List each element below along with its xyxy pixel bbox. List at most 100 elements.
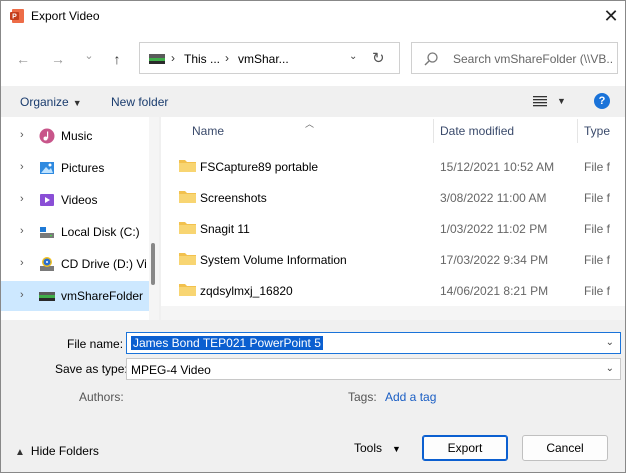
file-name: FSCapture89 portable — [200, 160, 319, 174]
file-name: Snagit 11 — [200, 222, 250, 236]
expand-chevron-icon[interactable]: › — [20, 257, 24, 269]
expand-chevron-icon[interactable]: › — [20, 161, 24, 173]
folder-icon — [179, 253, 196, 265]
tree-item-label: vmShareFolder — [61, 289, 144, 303]
powerpoint-app-icon: P — [10, 9, 24, 23]
search-icon — [424, 52, 438, 66]
up-arrow-icon[interactable]: ↑ — [107, 49, 127, 69]
videos-icon — [40, 194, 54, 206]
navigation-tree: › Music › Pictures › Videos › Local Disk… — [1, 117, 159, 320]
tree-item-videos[interactable]: › Videos — [1, 185, 149, 215]
breadcrumb-vmsharefolder[interactable]: vmShar... — [238, 52, 289, 66]
tree-scrollbar[interactable] — [149, 117, 159, 320]
network-drive-icon — [39, 292, 55, 301]
file-row[interactable]: System Volume Information 17/03/2022 9:3… — [161, 244, 625, 274]
command-toolbar: Organize ▼ New folder ▼ ? — [1, 86, 625, 117]
file-type: File f — [584, 160, 611, 174]
export-button[interactable]: Export — [422, 435, 508, 461]
hide-folders-label: Hide Folders — [30, 444, 99, 458]
tools-dropdown-icon: ▼ — [392, 444, 401, 454]
column-header-date-modified[interactable]: Date modified — [440, 124, 514, 151]
column-header-name[interactable]: Name — [192, 124, 224, 151]
file-name-dropdown-icon[interactable]: ⌄ — [606, 337, 614, 348]
tree-item-music[interactable]: › Music — [1, 121, 149, 151]
breadcrumb-this-pc[interactable]: This ... — [184, 52, 220, 66]
address-dropdown-icon[interactable]: ⌄ — [349, 51, 357, 62]
navigation-bar: ← → ⌄ ↑ › This ... › vmShar... ⌄ ↻ Searc… — [1, 32, 625, 86]
file-list: ︿ Name Date modified Type FSCapture89 po… — [161, 117, 625, 320]
organize-label: Organize — [20, 95, 69, 109]
collapse-caret-icon: ▲ — [15, 447, 25, 458]
music-icon — [39, 128, 55, 144]
file-type: File f — [584, 191, 611, 205]
file-name: zqdsylmxj_16820 — [200, 284, 293, 298]
file-row[interactable]: Snagit 11 1/03/2022 11:02 PM File f — [161, 213, 625, 243]
recent-locations-chevron-icon[interactable]: ⌄ — [79, 46, 99, 66]
search-box[interactable]: Search vmShareFolder (\\VB... — [411, 42, 618, 74]
breadcrumb-separator-icon: › — [171, 51, 175, 65]
file-name: Screenshots — [200, 191, 267, 205]
save-as-type-label: Save as type: — [55, 362, 128, 376]
sort-ascending-icon: ︿ — [305, 119, 315, 129]
file-name: System Volume Information — [200, 253, 347, 267]
tree-item-pictures[interactable]: › Pictures — [1, 153, 149, 183]
file-name-label: File name: — [67, 337, 124, 351]
file-date: 3/08/2022 11:00 AM — [440, 191, 547, 205]
file-type: File f — [584, 222, 611, 236]
expand-chevron-icon[interactable]: › — [20, 193, 24, 205]
tree-item-cd-drive[interactable]: › CD Drive (D:) Vi — [1, 249, 149, 279]
view-dropdown-icon[interactable]: ▼ — [557, 96, 566, 106]
tree-scrollbar-thumb[interactable] — [151, 243, 155, 285]
authors-label: Authors: — [79, 390, 124, 404]
file-name-value: James Bond TEP021 PowerPoint 5 — [131, 336, 323, 350]
tree-item-label: Local Disk (C:) — [61, 225, 140, 239]
file-row[interactable]: zqdsylmxj_16820 14/06/2021 8:21 PM File … — [161, 275, 625, 305]
search-placeholder: Search vmShareFolder (\\VB... — [453, 52, 613, 66]
file-type: File f — [584, 253, 611, 267]
expand-chevron-icon[interactable]: › — [20, 225, 24, 237]
column-divider[interactable] — [577, 119, 578, 143]
help-icon[interactable]: ? — [594, 93, 610, 109]
folder-icon — [179, 284, 196, 296]
tree-item-local-disk[interactable]: › Local Disk (C:) — [1, 217, 149, 247]
file-date: 1/03/2022 11:02 PM — [440, 222, 548, 236]
save-as-type-dropdown-icon[interactable]: ⌄ — [606, 363, 614, 374]
close-icon[interactable]: ✕ — [599, 5, 623, 27]
tree-item-vmsharefolder[interactable]: › vmShareFolder — [1, 281, 149, 311]
file-row[interactable]: Screenshots 3/08/2022 11:00 AM File f — [161, 182, 625, 212]
file-type: File f — [584, 284, 611, 298]
window-title: Export Video — [31, 9, 100, 23]
network-drive-icon — [149, 54, 165, 64]
cancel-button[interactable]: Cancel — [522, 435, 608, 461]
pictures-icon — [40, 162, 54, 174]
view-options-icon[interactable] — [533, 95, 547, 107]
organize-button[interactable]: Organize ▼ — [20, 95, 82, 109]
file-name-input[interactable]: James Bond TEP021 PowerPoint 5 ⌄ — [126, 332, 621, 354]
column-divider[interactable] — [433, 119, 434, 143]
hide-folders-button[interactable]: ▲ Hide Folders — [15, 444, 99, 458]
save-as-type-select[interactable]: MPEG-4 Video ⌄ — [126, 358, 621, 380]
expand-chevron-icon[interactable]: › — [20, 289, 24, 301]
refresh-icon[interactable]: ↻ — [372, 49, 385, 67]
tree-item-label: Music — [61, 129, 93, 143]
dialog-footer: ▲ Hide Folders Tools ▼ Export Cancel — [1, 419, 625, 472]
tools-label: Tools — [354, 441, 383, 455]
file-date: 17/03/2022 9:34 PM — [440, 253, 549, 267]
file-row[interactable]: FSCapture89 portable 15/12/2021 10:52 AM… — [161, 151, 625, 181]
forward-arrow-icon[interactable]: → — [48, 49, 68, 69]
column-header-type[interactable]: Type — [584, 124, 610, 151]
address-bar[interactable]: › This ... › vmShar... ⌄ ↻ — [139, 42, 400, 74]
breadcrumb-separator-icon: › — [225, 51, 229, 65]
tags-label: Tags: — [348, 390, 377, 404]
folder-icon — [179, 222, 196, 234]
tools-button[interactable]: Tools ▼ — [354, 441, 401, 455]
add-tag-link[interactable]: Add a tag — [385, 390, 436, 404]
drive-icon — [40, 227, 54, 238]
folder-icon — [179, 191, 196, 203]
export-video-dialog: P Export Video ✕ ← → ⌄ ↑ › This ... › vm… — [0, 0, 626, 473]
file-list-horizontal-scrollbar[interactable] — [161, 306, 625, 320]
svg-text:P: P — [12, 14, 17, 21]
back-arrow-icon[interactable]: ← — [13, 49, 33, 69]
new-folder-button[interactable]: New folder — [111, 95, 168, 109]
expand-chevron-icon[interactable]: › — [20, 129, 24, 141]
